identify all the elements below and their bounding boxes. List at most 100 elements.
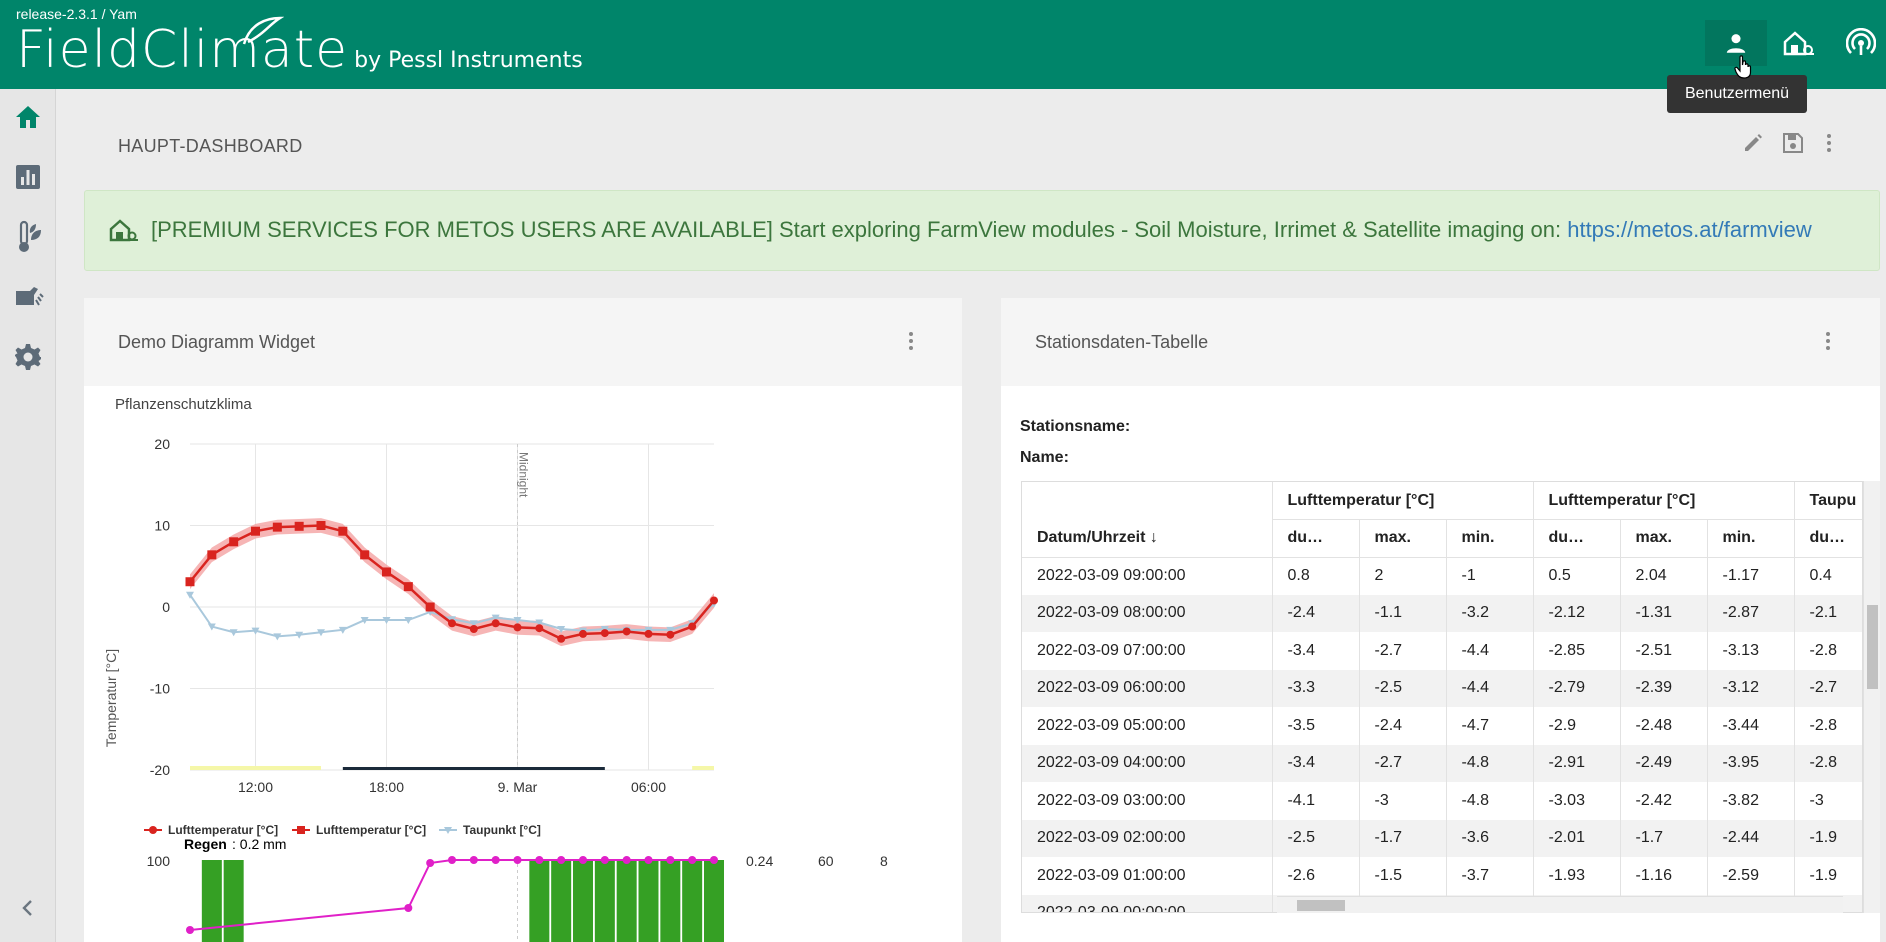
- value-cell: -1.16: [1620, 857, 1708, 895]
- group-header: Taupu: [1794, 482, 1862, 520]
- air-temp-marker: [513, 623, 522, 632]
- banner-text: [PREMIUM SERVICES FOR METOS USERS ARE AV…: [151, 217, 1568, 242]
- table-row: 2022-03-09 08:00:00 -2.4 -1.1 -3.2 -2.12 -1.3…: [1022, 594, 1862, 632]
- sidebar-item-sensors[interactable]: [0, 209, 56, 265]
- top-bar: release-2.3.1 / Yam FieldClimate by Pessl…: [0, 0, 1886, 89]
- save-icon[interactable]: [1782, 132, 1804, 154]
- rain-bar: [551, 860, 572, 942]
- sub-header[interactable]: min.: [1707, 519, 1795, 558]
- legend-label: Lufttemperatur [°C]: [316, 823, 426, 837]
- farmview-link[interactable]: https://metos.at/farmview: [1567, 217, 1812, 242]
- table-row: 2022-03-09 01:00:00 -2.6 -1.5 -3.7 -1.93 -1.1…: [1022, 857, 1862, 895]
- value-cell: -4.7: [1446, 707, 1534, 745]
- table-row: 2022-03-09 06:00:00 -3.3 -2.5 -4.4 -2.79 -2.3…: [1022, 669, 1862, 707]
- vertical-scrollbar[interactable]: [1863, 481, 1880, 913]
- widget-menu-icon[interactable]: [1817, 330, 1839, 352]
- value-cell: -3.6: [1446, 819, 1534, 857]
- rain-bar: [573, 860, 593, 942]
- rain-chart: Regen: 0.2 mm 100 0.24 60 8: [147, 836, 888, 942]
- air-temp-marker: [294, 521, 304, 531]
- y-tick-label: -20: [150, 762, 170, 778]
- scroll-thumb[interactable]: [1867, 605, 1878, 689]
- fieldclimate-logo[interactable]: FieldClimate by Pessl Instruments: [16, 16, 583, 80]
- value-cell: -2.49: [1620, 744, 1708, 782]
- chevron-left-icon[interactable]: [18, 897, 38, 919]
- station-data-table: Datum/Uhrzeit ↓ Lufttemperatur [°C] Luft…: [1022, 482, 1862, 912]
- magenta-marker: [535, 856, 544, 864]
- home-icon: [16, 106, 40, 128]
- value-cell: -2.39: [1620, 669, 1708, 707]
- scroll-thumb[interactable]: [1297, 900, 1345, 911]
- sub-header[interactable]: du…: [1272, 519, 1360, 558]
- sidebar-item-irrigation[interactable]: [0, 269, 56, 325]
- widget-menu-icon[interactable]: [900, 330, 922, 352]
- value-cell: -4.1: [1272, 782, 1360, 820]
- sub-header[interactable]: du…: [1794, 519, 1862, 558]
- value-cell: 0.8: [1272, 557, 1360, 595]
- value-cell: 0.4: [1794, 557, 1862, 595]
- value-cell: -3.4: [1272, 632, 1360, 670]
- sub-header[interactable]: min.: [1446, 519, 1534, 558]
- dashboard-menu-icon[interactable]: [1818, 132, 1840, 154]
- x-tick-label: 12:00: [238, 779, 273, 795]
- value-cell: -3: [1359, 782, 1447, 820]
- value-cell: -1.9: [1794, 857, 1862, 895]
- air-temp-marker: [338, 526, 348, 536]
- day-strip: [692, 766, 714, 770]
- value-cell: -2.6: [1272, 857, 1360, 895]
- date-cell: 2022-03-09 04:00:00: [1022, 744, 1273, 782]
- antenna-icon: [1846, 28, 1876, 55]
- rain-bar: [660, 860, 681, 942]
- sub-right-tick: 60: [818, 853, 834, 869]
- value-cell: -2.44: [1707, 819, 1795, 857]
- sidebar-item-settings[interactable]: [0, 329, 56, 385]
- stations-button[interactable]: [1830, 20, 1886, 66]
- air-temp-marker: [382, 567, 391, 577]
- air-temp-marker: [448, 619, 456, 628]
- value-cell: -2.01: [1533, 819, 1621, 857]
- chart-series: [185, 521, 718, 643]
- air-temp-marker: [207, 550, 217, 560]
- air-temp-marker: [229, 537, 239, 547]
- value-cell: -4.4: [1446, 669, 1534, 707]
- value-cell: -1.9: [1794, 819, 1862, 857]
- sub-header[interactable]: max.: [1359, 519, 1447, 558]
- magenta-marker: [448, 856, 456, 864]
- magenta-marker: [513, 856, 522, 864]
- sidebar-item-charts[interactable]: [0, 149, 56, 205]
- air-temp-marker: [403, 582, 413, 592]
- value-cell: -4.8: [1446, 782, 1534, 820]
- data-table-wrapper[interactable]: Datum/Uhrzeit ↓ Lufttemperatur [°C] Luft…: [1021, 481, 1863, 913]
- value-cell: -3.95: [1707, 744, 1795, 782]
- sub-header[interactable]: max.: [1620, 519, 1708, 558]
- midnight-annotation: Midnight: [517, 452, 531, 498]
- magenta-marker: [579, 856, 587, 864]
- value-cell: -2.7: [1359, 632, 1447, 670]
- table-row: 2022-03-09 03:00:00 -4.1 -3 -4.8 -3.03 -2.42-…: [1022, 782, 1862, 820]
- horizontal-scrollbar[interactable]: [1277, 896, 1843, 913]
- air-temp-marker: [272, 522, 282, 532]
- value-cell: -3: [1794, 782, 1862, 820]
- sidebar-item-home[interactable]: [0, 89, 56, 145]
- user-icon: [1726, 34, 1746, 53]
- magenta-marker: [688, 856, 697, 864]
- magenta-marker: [644, 856, 653, 864]
- date-header[interactable]: Datum/Uhrzeit ↓: [1022, 482, 1273, 558]
- widget-header: Demo Diagramm Widget: [84, 298, 962, 386]
- value-cell: -3.5: [1272, 707, 1360, 745]
- value-cell: -3.44: [1707, 707, 1795, 745]
- widget-title: Demo Diagramm Widget: [118, 332, 316, 352]
- table-row: 2022-03-09 02:00:00 -2.5 -1.7 -3.6 -2.01 -1.7…: [1022, 819, 1862, 857]
- chart-axes: 20 10 0 -10 -20 12:00 18:00 9. Mar 06:00 Midnight…: [103, 436, 666, 795]
- legend-label: Lufttemperatur [°C]: [168, 823, 278, 837]
- x-tick-label: 9. Mar: [498, 779, 538, 795]
- edit-icon[interactable]: [1742, 132, 1764, 154]
- sub-header[interactable]: du…: [1533, 519, 1621, 558]
- value-cell: -2.7: [1359, 744, 1447, 782]
- farm-button[interactable]: [1768, 20, 1830, 66]
- air-temp-marker: [557, 634, 566, 643]
- rain-bar: [682, 860, 703, 942]
- sub-y-tick: 100: [147, 853, 171, 869]
- value-cell: -3.7: [1446, 857, 1534, 895]
- magenta-marker: [426, 859, 435, 867]
